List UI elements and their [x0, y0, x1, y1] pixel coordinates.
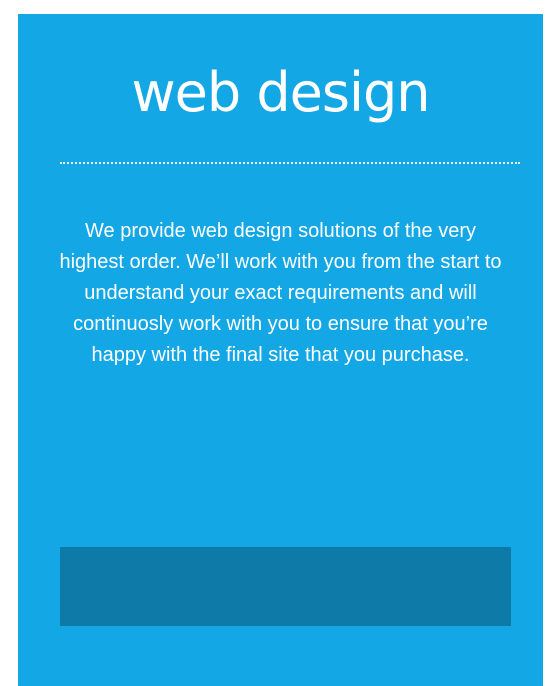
page: web design We provide web design solutio… [0, 0, 550, 686]
card-action-button[interactable] [60, 547, 511, 626]
card-title: web design [131, 61, 431, 124]
card-description: We provide web design solutions of the v… [59, 220, 502, 366]
dotted-divider [60, 162, 520, 164]
web-design-card: web design We provide web design solutio… [18, 14, 543, 686]
